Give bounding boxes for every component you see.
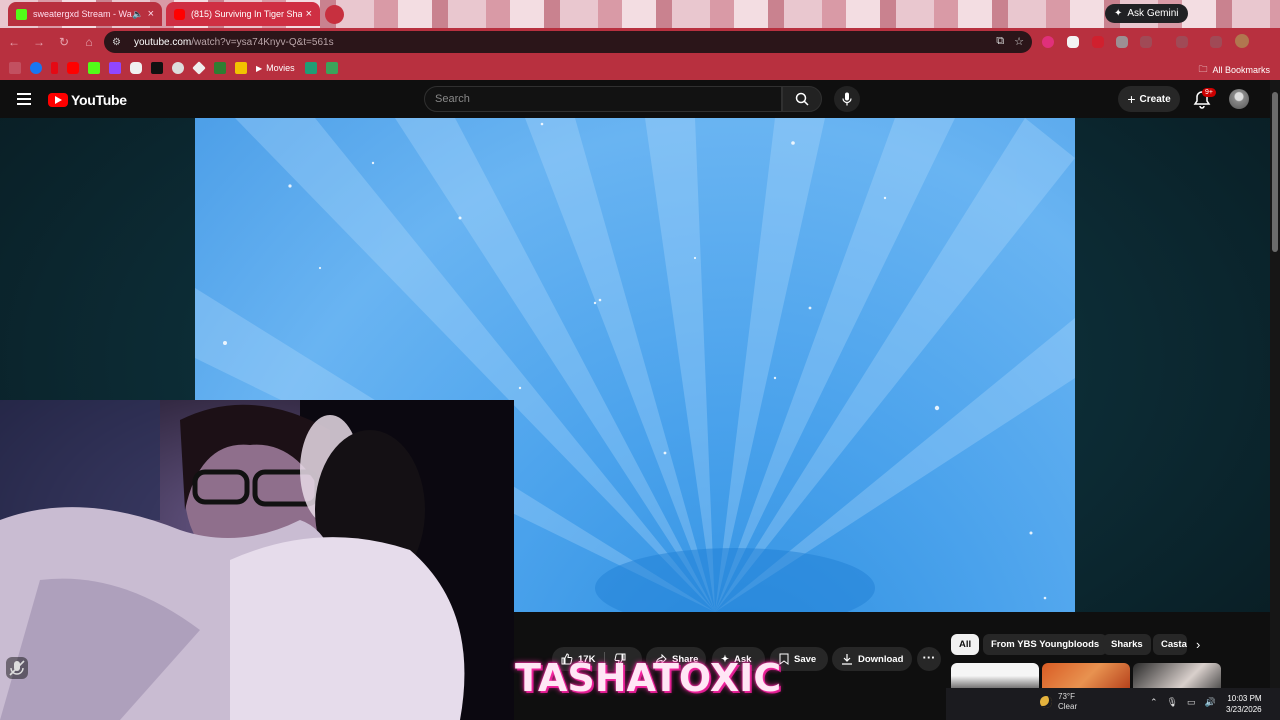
voice-search-button[interactable] (834, 86, 860, 112)
youtube-masthead: YouTube + Create 9+ (0, 80, 1280, 118)
youtube-logo-icon (48, 93, 68, 107)
microphone-icon (842, 92, 852, 106)
kick-icon[interactable] (88, 62, 100, 74)
profile-avatar[interactable] (1235, 34, 1249, 48)
create-button[interactable]: + Create (1118, 86, 1180, 112)
plus-icon: + (1127, 91, 1136, 107)
bookmark-star-icon[interactable]: ☆ (1014, 35, 1024, 48)
scrollbar-thumb[interactable] (1272, 92, 1278, 252)
speaker-icon[interactable]: 🔈 (132, 9, 143, 20)
bookmark-label: Movies (266, 63, 295, 73)
reload-icon[interactable]: ↻ (53, 31, 75, 53)
extension-icon[interactable] (1067, 36, 1079, 48)
browser-tab-strip: sweatergxd Stream - Watch 🔈 × (815) Surv… (0, 0, 1280, 28)
notification-count-badge: 9+ (1202, 88, 1216, 97)
chip-from-ybs-youngbloods[interactable]: From YBS Youngbloods (983, 634, 1108, 655)
volume-icon[interactable]: 🔊 (1205, 697, 1216, 708)
diamond-icon[interactable] (192, 61, 206, 75)
browser-toolbar: ← → ↻ ⌂ ⚙ youtube.com /watch?v=ysa74Knyv… (0, 28, 1280, 56)
webcam-feed-image (0, 400, 514, 720)
taskbar-clock[interactable]: 10:03 PM 3/23/2026 (1226, 693, 1262, 715)
instagram-icon[interactable] (130, 62, 142, 74)
tab-stream[interactable]: sweatergxd Stream - Watch 🔈 × (8, 2, 162, 26)
gemini-sparkle-icon: ✦ (1114, 8, 1123, 19)
muted-mic-icon (9, 660, 25, 676)
youtube-favicon-icon (174, 8, 185, 20)
network-icon[interactable]: ▭ (1187, 697, 1196, 708)
tab-youtube-video[interactable]: (815) Surviving In Tiger Shark L × (166, 2, 320, 26)
game-icon[interactable] (214, 62, 226, 74)
home-icon[interactable]: ⌂ (78, 31, 100, 53)
extension-icon[interactable] (1116, 36, 1128, 48)
weather-temp: 73°F (1058, 692, 1075, 701)
close-tab-icon[interactable]: × (148, 8, 154, 20)
chevron-right-icon[interactable]: › (1196, 637, 1200, 652)
clock-time: 10:03 PM (1227, 694, 1262, 703)
extension-icon[interactable] (1140, 36, 1152, 48)
close-tab-icon[interactable]: × (306, 8, 312, 20)
back-arrow-icon[interactable]: ← (3, 31, 25, 53)
webcam-overlay (0, 400, 514, 720)
install-app-icon[interactable]: ⧉ (996, 35, 1004, 48)
create-label: Create (1139, 93, 1171, 105)
extension-icon[interactable] (1042, 36, 1054, 48)
youtube-icon[interactable] (67, 62, 79, 74)
facebook-icon[interactable] (30, 62, 42, 74)
address-bar[interactable]: ⚙ youtube.com /watch?v=ysa74Knyv-Q&t=561… (104, 31, 1032, 53)
account-avatar[interactable] (1229, 89, 1249, 109)
camera-mute-button[interactable] (6, 657, 28, 679)
more-actions-button[interactable]: ··· (917, 647, 941, 671)
search-box[interactable] (424, 86, 782, 112)
url-path: /watch?v=ysa74Knyv-Q&t=561s (191, 36, 334, 48)
reddit-icon[interactable] (172, 62, 184, 74)
apps-icon[interactable] (9, 62, 21, 74)
play-icon: ▶ (256, 63, 263, 73)
system-tray: ⌃ 🎙 ▭ 🔊 (1150, 697, 1216, 708)
youtube-logo-text: YouTube (71, 92, 127, 108)
tab-title: (815) Surviving In Tiger Shark L (191, 9, 302, 19)
twitch-icon[interactable] (109, 62, 121, 74)
moon-icon (1040, 696, 1052, 708)
chart-icon[interactable] (235, 62, 247, 74)
ask-gemini-label: Ask Gemini (1127, 8, 1179, 19)
kick-favicon-icon (16, 8, 27, 20)
search-icon (795, 92, 809, 106)
chip-all[interactable]: All (951, 634, 980, 655)
youtube-logo[interactable]: YouTube (48, 92, 127, 108)
bookmarks-bar: ▶ Movies 🗀 All Bookmarks (0, 56, 1280, 80)
menu-icon[interactable] (17, 93, 31, 105)
x-icon[interactable] (151, 62, 163, 74)
chevron-up-icon[interactable]: ⌃ (1150, 697, 1158, 708)
ask-gemini-button[interactable]: ✦ Ask Gemini (1105, 4, 1188, 23)
download-label: Download (858, 653, 904, 665)
screen: sweatergxd Stream - Watch 🔈 × (815) Surv… (0, 0, 1280, 720)
streamer-name-overlay: TASHATOXIC (515, 656, 782, 700)
netflix-icon[interactable] (51, 62, 58, 74)
site-info-icon[interactable]: ⚙ (112, 37, 124, 48)
clock-date: 3/23/2026 (1226, 705, 1262, 714)
chip-castaway[interactable]: Castaway (1153, 634, 1187, 655)
extension-icon[interactable] (1092, 36, 1104, 48)
folder-icon: 🗀 (1198, 64, 1208, 74)
all-bookmarks[interactable]: 🗀 All Bookmarks (1198, 62, 1270, 78)
search-button[interactable] (782, 86, 822, 112)
bookmark-icon[interactable] (304, 62, 317, 74)
tab-title: sweatergxd Stream - Watch (33, 9, 132, 19)
forward-arrow-icon[interactable]: → (28, 31, 50, 53)
extension-icon[interactable] (1210, 36, 1222, 48)
bookmark-movies[interactable]: ▶ Movies (256, 63, 295, 73)
new-tab-button[interactable] (325, 5, 344, 24)
weather-condition: Clear (1058, 702, 1078, 711)
search-input[interactable] (435, 93, 781, 105)
chip-sharks[interactable]: Sharks (1103, 634, 1151, 655)
download-icon (842, 654, 852, 665)
weather-widget[interactable]: 73°F Clear (1040, 692, 1077, 712)
microphone-icon[interactable]: 🎙 (1167, 697, 1178, 708)
download-button[interactable]: Download (832, 647, 912, 671)
extension-icon[interactable] (1176, 36, 1188, 48)
all-bookmarks-label: All Bookmarks (1212, 65, 1270, 75)
url-host: youtube.com (134, 36, 192, 48)
bookmark-icon[interactable] (325, 62, 338, 74)
